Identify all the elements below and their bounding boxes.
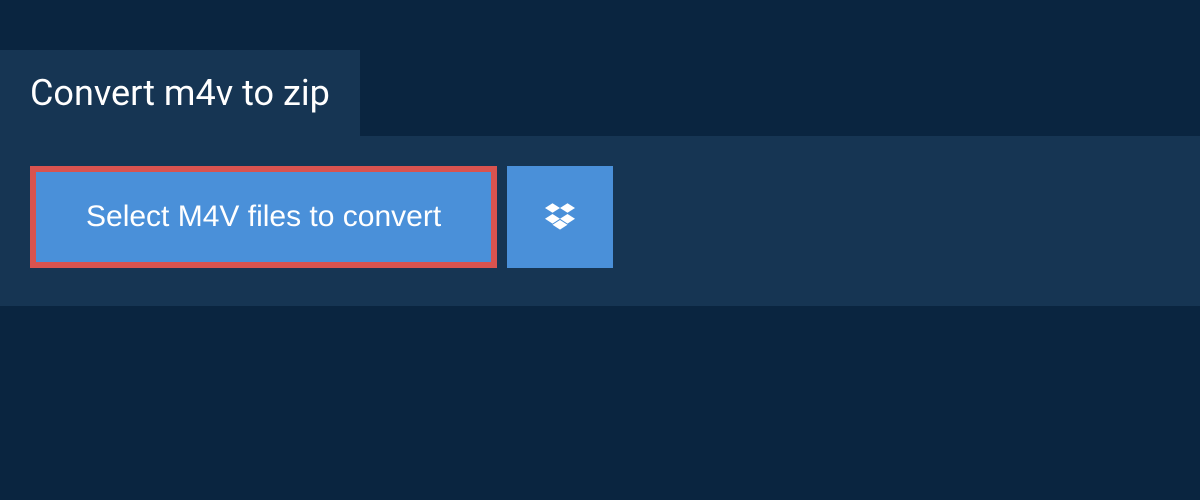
content-panel: Select M4V files to convert: [0, 136, 1200, 306]
dropbox-button[interactable]: [507, 166, 613, 268]
tab-header: Convert m4v to zip: [0, 50, 360, 136]
button-row: Select M4V files to convert: [30, 166, 1170, 268]
dropbox-icon: [545, 203, 575, 231]
select-files-button[interactable]: Select M4V files to convert: [30, 166, 497, 268]
select-files-label: Select M4V files to convert: [86, 200, 441, 234]
page-title: Convert m4v to zip: [30, 72, 330, 114]
